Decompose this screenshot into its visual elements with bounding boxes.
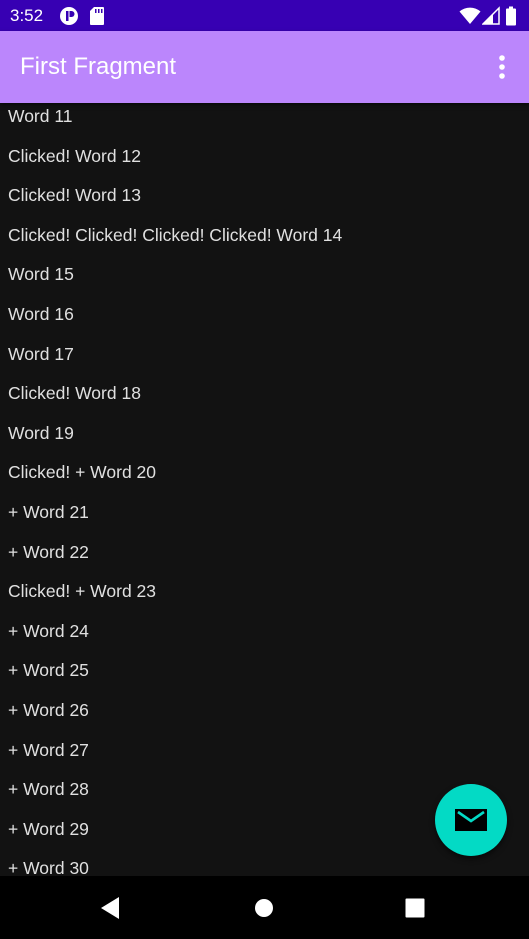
list-item[interactable]: + Word 27 — [0, 737, 529, 777]
list-item[interactable]: Clicked! + Word 20 — [0, 459, 529, 499]
email-icon — [455, 809, 487, 831]
system-nav-bar — [0, 876, 529, 939]
recents-button[interactable] — [401, 894, 429, 922]
list-item[interactable]: + Word 21 — [0, 499, 529, 539]
list-item[interactable]: + Word 24 — [0, 618, 529, 658]
list-item[interactable]: + Word 30 — [0, 855, 529, 876]
play-protect-icon — [60, 7, 78, 25]
list-item[interactable]: + Word 22 — [0, 539, 529, 579]
signal-icon — [482, 6, 500, 25]
list-item[interactable]: Word 15 — [0, 261, 529, 301]
back-button[interactable] — [97, 894, 125, 922]
email-fab-button[interactable] — [435, 784, 507, 856]
list-item[interactable]: + Word 25 — [0, 657, 529, 697]
list-item[interactable]: Clicked! Word 13 — [0, 182, 529, 222]
list-item[interactable]: Word 17 — [0, 341, 529, 381]
list-item[interactable]: Word 19 — [0, 420, 529, 460]
wifi-icon — [459, 7, 481, 24]
status-bar: 3:52 — [0, 0, 529, 31]
app-screen: 3:52 First Fragment Word 11 Clicked! Wor… — [0, 0, 529, 939]
list-item[interactable]: Word 16 — [0, 301, 529, 341]
list-item[interactable]: Clicked! Word 12 — [0, 143, 529, 183]
recents-icon — [405, 898, 425, 918]
list-item[interactable]: Word 11 — [0, 103, 529, 143]
app-title: First Fragment — [20, 53, 177, 80]
list-item[interactable]: Clicked! + Word 23 — [0, 578, 529, 618]
back-icon — [101, 897, 119, 919]
list-item[interactable]: Clicked! Word 18 — [0, 380, 529, 420]
battery-icon — [506, 6, 516, 26]
status-time: 3:52 — [10, 6, 44, 25]
overflow-menu-button[interactable] — [489, 51, 515, 83]
sd-card-icon — [90, 7, 104, 25]
list-item[interactable]: + Word 26 — [0, 697, 529, 737]
app-bar: First Fragment — [0, 31, 529, 103]
more-vert-icon — [499, 55, 505, 79]
home-icon — [255, 899, 273, 917]
word-list[interactable]: Word 11 Clicked! Word 12 Clicked! Word 1… — [0, 103, 529, 876]
list-item[interactable]: Clicked! Clicked! Clicked! Clicked! Word… — [0, 222, 529, 262]
home-button[interactable] — [250, 894, 278, 922]
